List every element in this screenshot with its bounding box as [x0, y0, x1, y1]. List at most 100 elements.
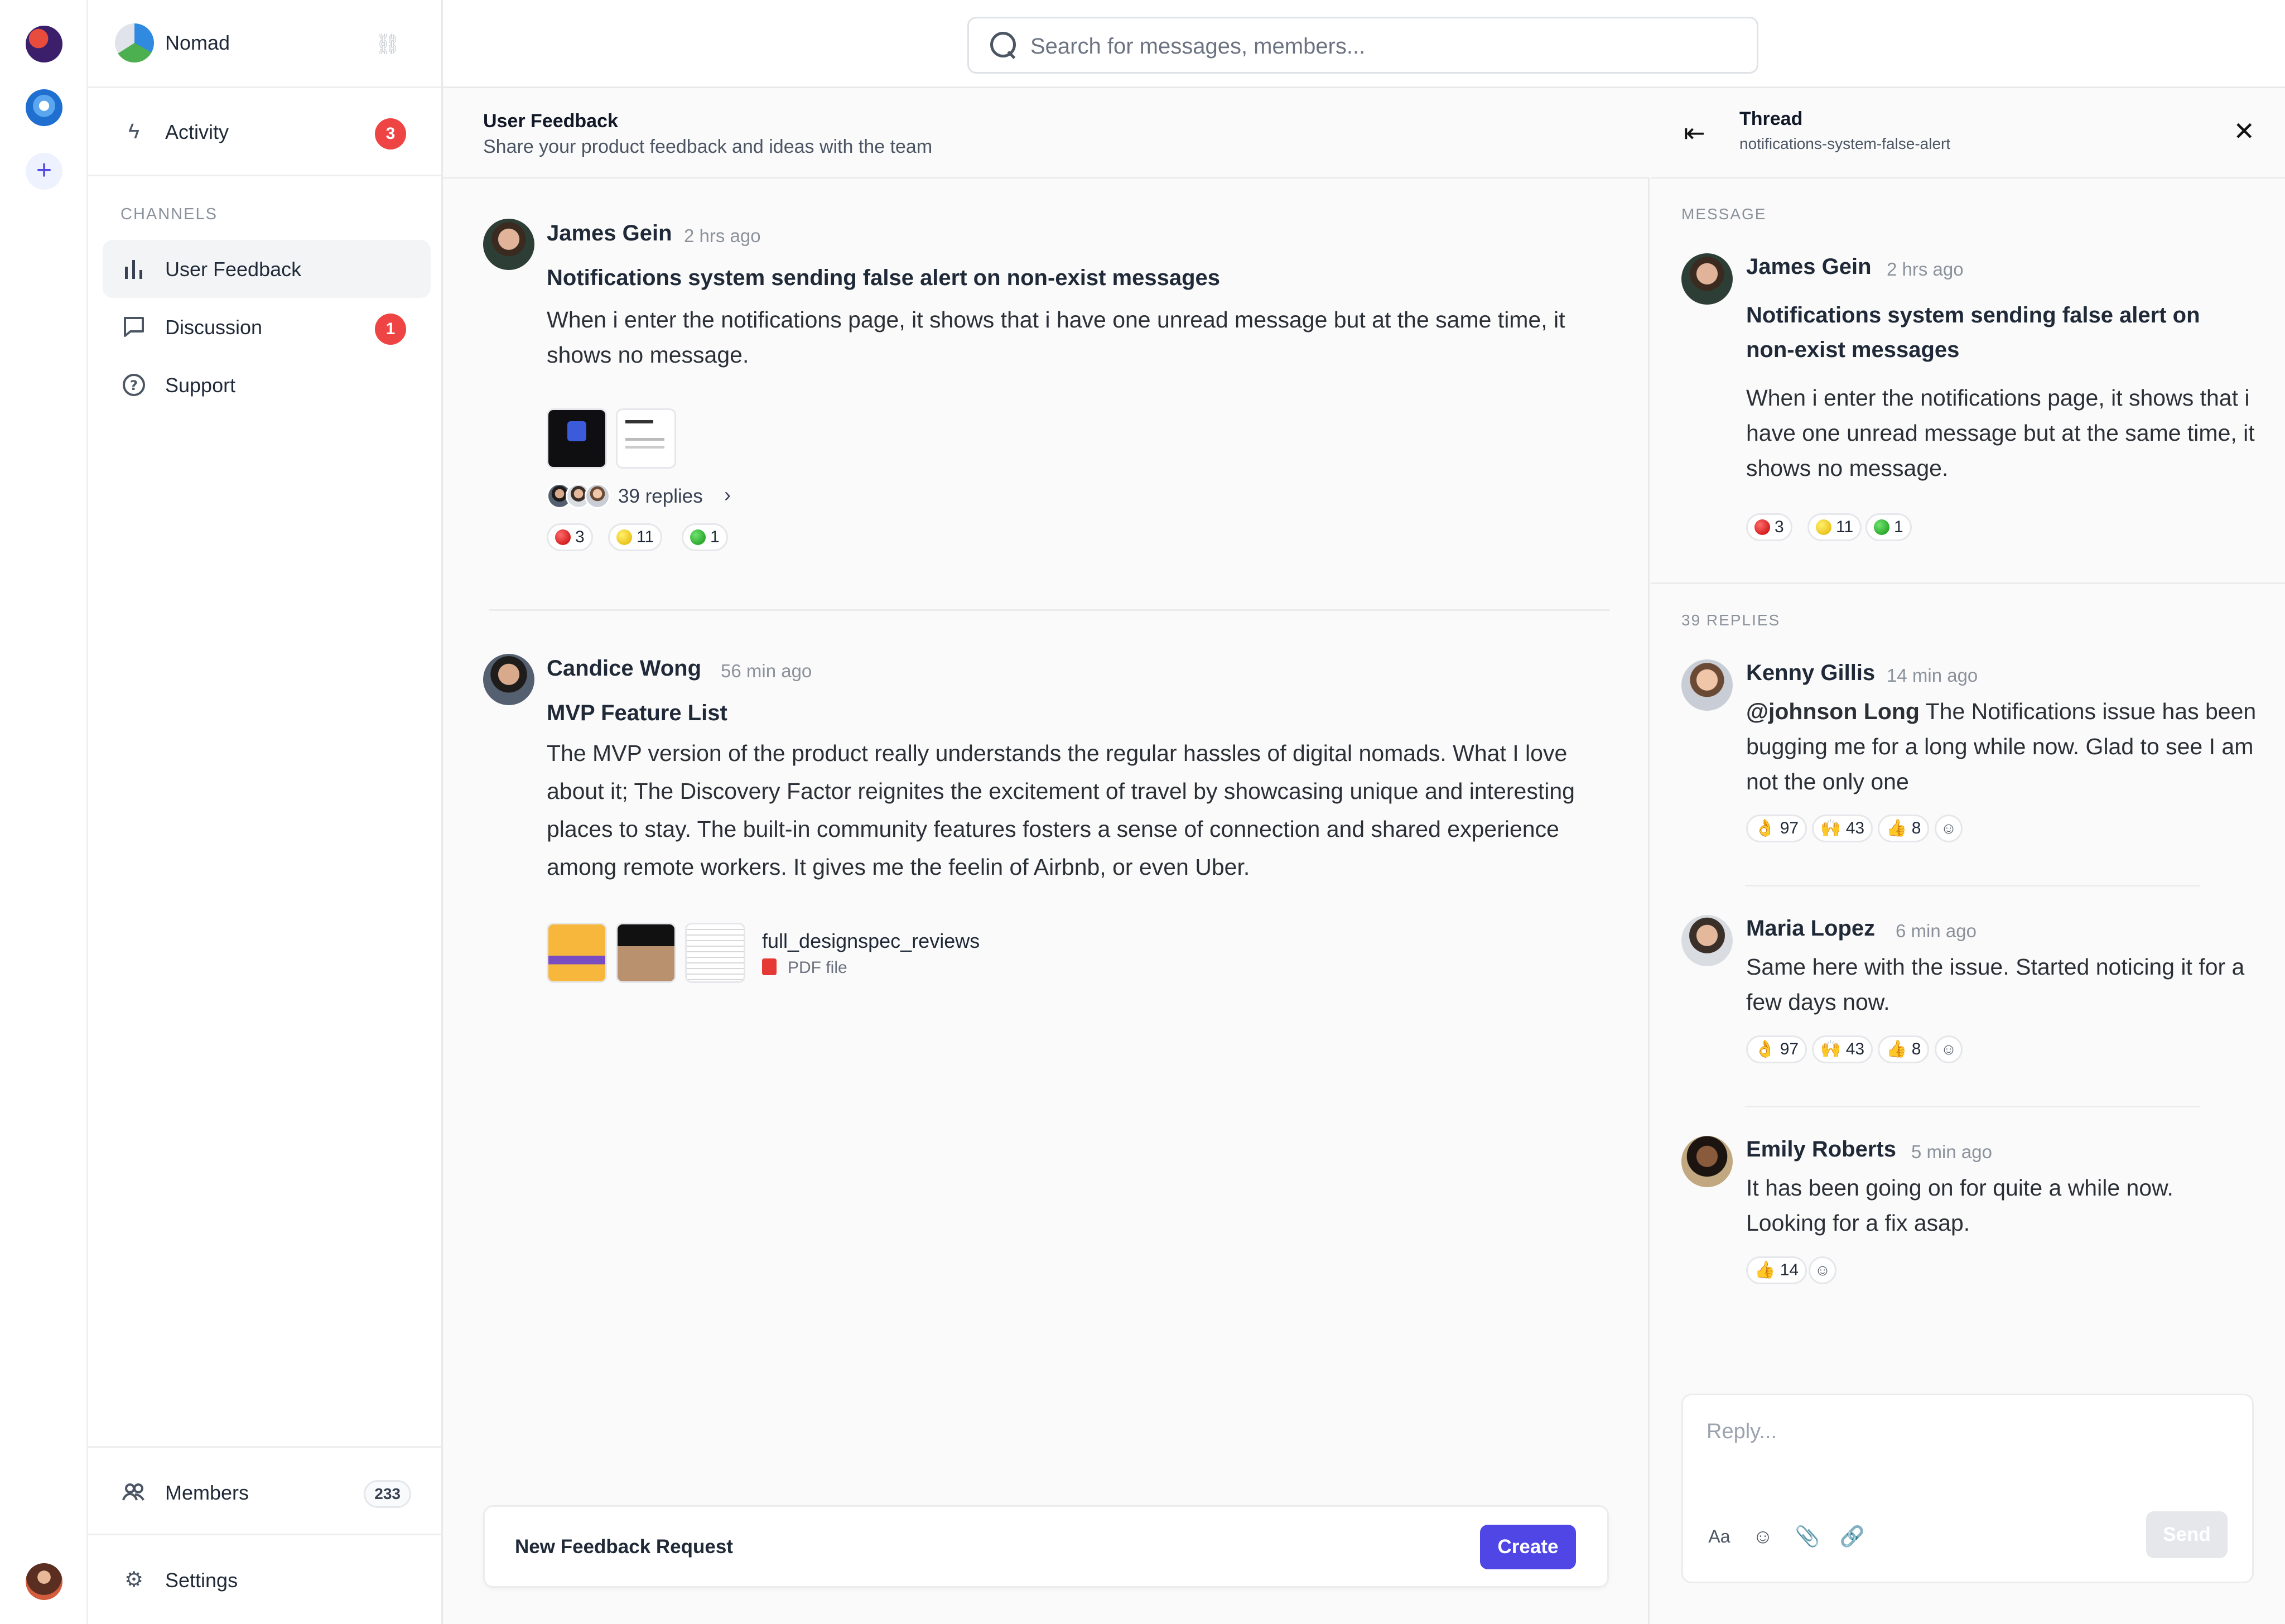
workspace-icon-2[interactable] — [26, 89, 62, 126]
message-author[interactable]: Candice Wong — [547, 656, 701, 681]
user-avatar[interactable] — [26, 1563, 62, 1600]
lightning-icon: ϟ — [128, 120, 140, 143]
avatar[interactable] — [1681, 253, 1733, 305]
members-count: 233 — [364, 1480, 411, 1508]
reaction-chip[interactable]: 11 — [608, 523, 663, 551]
reply-author[interactable]: Maria Lopez — [1746, 916, 1875, 941]
reaction-count: 3 — [1775, 518, 1784, 536]
search-icon — [989, 31, 1018, 60]
collapse-icon[interactable]: ⇤ — [1684, 117, 1715, 148]
attachment-thumbnail[interactable] — [616, 923, 676, 983]
channel-discussion[interactable]: Discussion 1 — [103, 298, 431, 356]
thumbs-up-icon: 👍 — [1754, 1261, 1776, 1279]
reaction-chip[interactable]: 1 — [1865, 513, 1912, 541]
reaction-chip[interactable]: 👌 97 — [1746, 1035, 1807, 1063]
workspace-icon-1[interactable] — [26, 26, 62, 62]
message-author[interactable]: James Gein — [547, 221, 672, 246]
search-input[interactable] — [1030, 31, 1744, 62]
search-box[interactable] — [967, 17, 1758, 74]
replies-link[interactable]: 39 replies › — [547, 483, 748, 511]
attachment-thumbnail[interactable] — [616, 408, 676, 469]
channel-support[interactable]: ? Support — [103, 356, 431, 414]
reaction-chip[interactable]: 👍 8 — [1878, 815, 1930, 842]
reply-body: @johnson Long The Notifications issue ha… — [1746, 694, 2259, 799]
create-button[interactable]: Create — [1480, 1525, 1576, 1569]
reaction-count: 97 — [1780, 1040, 1799, 1058]
new-feedback-composer[interactable]: New Feedback Request Create — [483, 1505, 1609, 1588]
red-circle-icon — [555, 529, 571, 545]
add-reaction-icon[interactable]: ☺ — [1809, 1256, 1836, 1284]
reaction-chip[interactable]: 🙌 43 — [1812, 815, 1873, 842]
avatar[interactable] — [1681, 659, 1733, 711]
thread-subtitle: notifications-system-false-alert — [1739, 135, 1951, 152]
add-reaction-icon[interactable]: ☺ — [1935, 815, 1963, 842]
members-label: Members — [165, 1481, 249, 1504]
reply-author[interactable]: Emily Roberts — [1746, 1137, 1896, 1162]
avatar[interactable] — [1681, 915, 1733, 966]
thread-header: ⇤ Thread notifications-system-false-aler… — [1651, 88, 2285, 179]
users-icon — [122, 1480, 146, 1505]
thread-message-time: 2 hrs ago — [1887, 259, 1964, 279]
thread-message-author[interactable]: James Gein — [1746, 254, 1872, 279]
nav-activity[interactable]: ϟ Activity 3 — [103, 103, 431, 161]
channel-description: Share your product feedback and ideas wi… — [483, 136, 933, 157]
reaction-chip[interactable]: 3 — [547, 523, 593, 551]
settings-label: Settings — [165, 1569, 238, 1592]
emoji-icon[interactable]: ☺ — [1749, 1522, 1777, 1550]
org-header: Nomad ⛓ — [88, 0, 441, 88]
reply-divider — [1745, 1106, 2200, 1107]
message-body: The MVP version of the product really un… — [547, 740, 1575, 880]
reaction-count: 8 — [1911, 819, 1921, 837]
replies-count: 39 replies — [618, 485, 703, 507]
reaction-chip[interactable]: 1 — [682, 523, 728, 551]
channel-label: Support — [165, 374, 236, 397]
chat-icon — [122, 315, 146, 339]
reply-time: 5 min ago — [1911, 1141, 1992, 1162]
avatar[interactable] — [483, 654, 534, 705]
avatar[interactable] — [483, 219, 534, 270]
reply-composer: Aa ☺ 📎 🔗 Send — [1681, 1394, 2254, 1583]
nav-members[interactable]: Members 233 — [88, 1446, 441, 1535]
reaction-chip[interactable]: 👍 14 — [1746, 1256, 1807, 1284]
attachment-thumbnail[interactable] — [685, 923, 745, 983]
reaction-count: 8 — [1911, 1040, 1921, 1058]
reaction-chip[interactable]: 👌 97 — [1746, 815, 1807, 842]
mention[interactable]: @johnson Long — [1746, 698, 1920, 724]
reaction-count: 11 — [1836, 518, 1854, 536]
reply-input[interactable] — [1706, 1420, 2231, 1476]
reply-time: 6 min ago — [1896, 921, 1977, 941]
attachment-thumbnail[interactable] — [547, 923, 607, 983]
attachment-thumbnail[interactable] — [547, 408, 607, 469]
reaction-chip[interactable]: 👍 8 — [1878, 1035, 1930, 1063]
close-icon[interactable]: ✕ — [2233, 116, 2255, 146]
add-workspace-button[interactable]: + — [26, 153, 62, 190]
file-name[interactable]: full_designspec_reviews — [762, 929, 980, 953]
sidebar-footer: Members 233 ⚙ Settings — [88, 1446, 441, 1624]
thread-message-title: Notifications system sending false alert… — [1746, 303, 2200, 362]
link-icon[interactable]: 🔗 — [1838, 1522, 1866, 1550]
reaction-count: 1 — [710, 528, 720, 546]
channel-user-feedback[interactable]: User Feedback — [103, 240, 431, 298]
reaction-chip[interactable]: 11 — [1807, 513, 1862, 541]
sidebar: Nomad ⛓ ϟ Activity 3 CHANNELS User Feedb… — [88, 0, 443, 1624]
link-icon[interactable]: ⛓ — [375, 32, 401, 56]
green-circle-icon — [1874, 519, 1889, 535]
reaction-chip[interactable]: 3 — [1746, 513, 1792, 541]
message-item: James Gein 2 hrs ago Notifications syste… — [483, 219, 1610, 551]
text-format-icon[interactable]: Aa — [1705, 1522, 1733, 1550]
reply-author[interactable]: Kenny Gillis — [1746, 661, 1875, 686]
avatar[interactable] — [1681, 1136, 1733, 1187]
settings-row[interactable]: ⚙ Settings — [103, 1551, 431, 1609]
send-button[interactable]: Send — [2146, 1511, 2228, 1558]
top-bar — [443, 0, 2285, 88]
bar-chart-icon — [122, 257, 146, 281]
add-reaction-icon[interactable]: ☺ — [1935, 1035, 1963, 1063]
nav-settings[interactable]: ⚙ Settings — [88, 1535, 441, 1624]
channel-header: User Feedback Share your product feedbac… — [443, 88, 1650, 179]
message-item: Candice Wong 56 min ago MVP Feature List… — [483, 654, 1610, 1033]
reaction-chip[interactable]: 🙌 43 — [1812, 1035, 1873, 1063]
attachment-icon[interactable]: 📎 — [1794, 1522, 1821, 1550]
svg-text:?: ? — [130, 378, 138, 393]
yellow-circle-icon — [1816, 519, 1831, 535]
message-title: MVP Feature List — [547, 701, 727, 725]
